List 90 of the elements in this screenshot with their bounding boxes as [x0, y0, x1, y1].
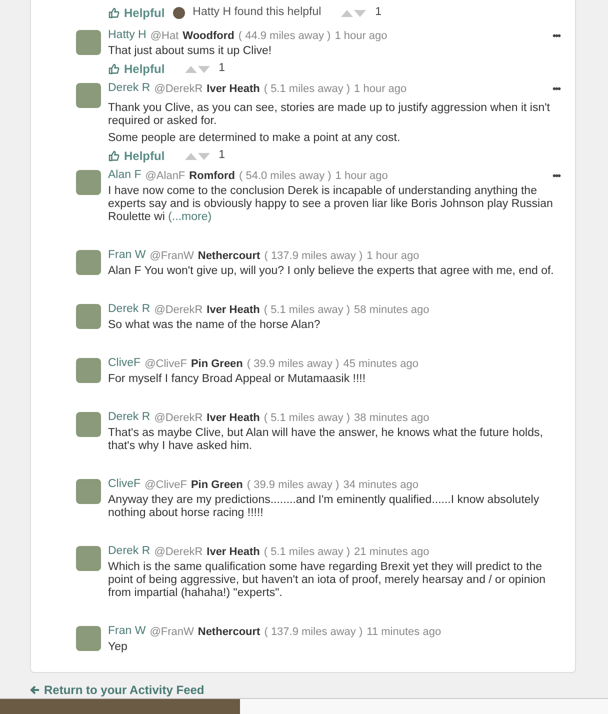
user-handle: @Hat — [150, 28, 179, 44]
user-location: Iver Heath — [206, 82, 260, 97]
user-name-link[interactable]: CliveF — [108, 476, 141, 494]
user-handle: @CliveF — [144, 478, 187, 493]
user-location: Woodford — [182, 28, 234, 44]
avatar-placeholder — [76, 250, 101, 275]
avatar-placeholder — [76, 30, 101, 55]
distance: ( 44.9 miles away ) — [238, 28, 331, 44]
distance: ( 137.9 miles away ) — [264, 248, 363, 264]
more-options-button[interactable]: ••• — [552, 28, 560, 44]
user-handle: @FranW — [150, 248, 194, 264]
distance: ( 39.9 miles away ) — [246, 478, 340, 493]
distance: ( 39.9 miles away ) — [246, 356, 340, 372]
user-location: Iver Heath — [206, 544, 260, 560]
comment-text: Anyway they are my predictions........and I'm eminently qualified......I know absolutely nothing about horse racing !!!!! — [108, 494, 540, 520]
timestamp: 21 minutes ago — [354, 544, 430, 560]
user-handle: @FranW — [150, 624, 194, 640]
timestamp: 11 minutes ago — [366, 624, 442, 640]
comment-text: Yep — [108, 641, 128, 654]
user-name-link[interactable]: Alan F — [108, 167, 142, 185]
user-handle: @DerekR — [154, 544, 203, 560]
comment-text: Which is the same qualification some have regarding Brexit yet they will predict to the point of being aggressive, but haven't an iota of proof, merely hearsay and / or opinion from impartial (hahaha!) "experts". — [108, 561, 547, 600]
user-name-link[interactable]: CliveF — [108, 355, 141, 373]
thumbs-up-icon — [108, 150, 120, 162]
user-handle: @DerekR — [154, 410, 203, 426]
user-name-link[interactable]: Fran W — [108, 623, 146, 641]
comment-text: Thank you Clive, as you can see, stories are made up to justify aggression when it isn't required or asked for. — [108, 102, 551, 128]
avatar-placeholder — [76, 170, 101, 195]
distance: ( 5.1 miles away ) — [264, 302, 350, 318]
distance: ( 5.1 miles away ) — [264, 410, 350, 426]
timestamp: 58 minutes ago — [354, 302, 430, 318]
thumbs-up-icon — [108, 63, 120, 75]
user-location: Iver Heath — [206, 302, 260, 318]
distance: ( 5.1 miles away ) — [264, 544, 350, 560]
vote-arrows-icon[interactable] — [184, 66, 211, 72]
user-handle: @DerekR — [154, 302, 203, 318]
user-name-link[interactable]: Fran W — [108, 247, 146, 265]
avatar-placeholder — [76, 626, 101, 651]
timestamp: 1 hour ago — [334, 28, 388, 44]
user-location: Pin Green — [190, 478, 243, 493]
thumbs-up-icon — [108, 7, 120, 19]
avatar-placeholder — [76, 479, 101, 504]
vote-count: 1 — [375, 5, 382, 20]
vote-arrows-icon[interactable] — [184, 152, 211, 160]
avatar-placeholder — [76, 358, 101, 383]
user-name-link[interactable]: Derek R — [108, 301, 150, 319]
vote-arrows-icon[interactable] — [341, 10, 368, 16]
timestamp: 1 hour ago — [335, 168, 388, 184]
helpful-button[interactable]: Helpful — [108, 4, 165, 22]
timestamp: 34 minutes ago — [343, 478, 418, 493]
user-name-link[interactable]: Derek R — [108, 409, 150, 427]
user-location: Nethercourt — [198, 624, 260, 640]
comment-text: Alan F You won't give up, will you? I only believe the experts that agree with me, end of. — [108, 265, 555, 278]
helpful-button[interactable]: Helpful — [108, 60, 165, 78]
comment-text: For myself I fancy Broad Appeal or Mutamaasik !!!! — [108, 373, 367, 386]
more-options-button[interactable]: ••• — [552, 168, 560, 184]
user-handle: @AlanF — [145, 168, 186, 184]
return-link[interactable]: Return to your Activity Feed — [30, 681, 204, 699]
vote-count: 1 — [218, 61, 226, 76]
user-location: Romford — [189, 168, 235, 184]
user-name-link[interactable]: Derek R — [108, 543, 150, 561]
user-name-link[interactable]: Hatty H — [108, 27, 146, 45]
comment-text: I have now come to the conclusion Derek is incapable of understanding anything the experts say and is obviously happy to see a proven liar like Boris Johnson play Russian Roulette wi (...more) — [108, 185, 554, 224]
distance: ( 5.1 miles away ) — [264, 82, 350, 97]
avatar-placeholder — [76, 83, 101, 108]
user-handle: @CliveF — [144, 356, 187, 372]
user-location: Pin Green — [190, 356, 243, 372]
comment-text: That's as maybe Clive, but Alan will have the answer, he knows what the future holds, that's why I have asked him. — [108, 427, 544, 453]
timestamp: 45 minutes ago — [343, 356, 418, 372]
distance: ( 137.9 miles away ) — [264, 624, 363, 640]
avatar-placeholder — [76, 546, 101, 571]
avatar-placeholder — [76, 412, 101, 437]
user-handle: @DerekR — [154, 82, 203, 97]
vote-count: 1 — [218, 148, 226, 164]
helpful-note: Hatty H found this helpful — [192, 5, 322, 20]
timestamp: 1 hour ago — [366, 248, 420, 264]
user-location: Nethercourt — [198, 248, 260, 264]
user-location: Iver Heath — [206, 410, 260, 426]
comment-text: That just about sums it up Clive! — [108, 45, 273, 58]
user-name-link[interactable]: Derek R — [108, 80, 150, 98]
avatar-placeholder — [76, 304, 101, 329]
more-options-button[interactable]: ••• — [552, 82, 560, 96]
more-link[interactable]: (...more) — [168, 211, 212, 223]
timestamp: 1 hour ago — [354, 82, 407, 97]
timestamp: 38 minutes ago — [354, 410, 430, 426]
helpful-button[interactable]: Helpful — [108, 147, 165, 165]
left-arrow-icon — [30, 685, 40, 695]
distance: ( 54.0 miles away ) — [238, 168, 332, 184]
comment-text: So what was the name of the horse Alan? — [108, 319, 322, 332]
comment-text: Some people are determined to make a point at any cost. — [108, 132, 402, 145]
